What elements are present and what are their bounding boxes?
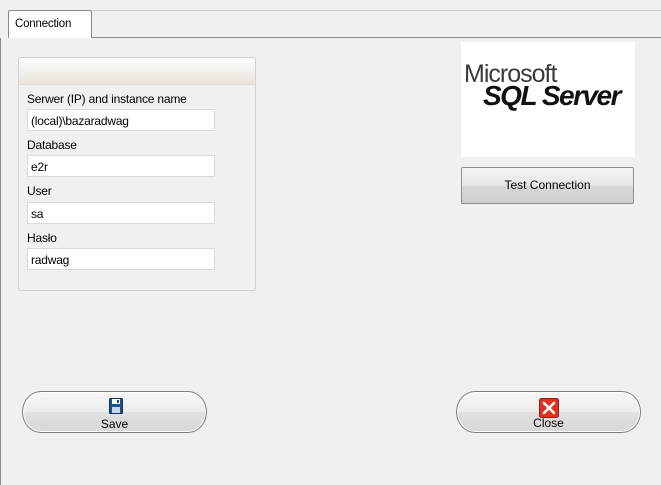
password-label: Hasło <box>27 231 57 245</box>
tab-connection-label: Connection <box>15 18 72 30</box>
tab-strip: Connection <box>0 0 661 38</box>
close-button[interactable]: Close <box>456 391 641 433</box>
tab-strip-border <box>92 10 661 11</box>
floppy-disk-icon <box>109 398 123 414</box>
save-label: Save <box>100 417 129 431</box>
password-input[interactable]: radwag <box>27 248 215 270</box>
logo-sqlserver-text: SQL Server <box>483 80 622 111</box>
database-label: Database <box>27 138 77 152</box>
sql-server-logo: Microsoft SQL Server <box>461 42 635 157</box>
test-connection-button[interactable]: Test Connection <box>461 167 634 204</box>
server-input[interactable]: (local)\bazaradwag <box>27 109 215 131</box>
close-icon <box>539 398 559 418</box>
connection-form: Serwer (IP) and instance name (local)\ba… <box>18 57 256 291</box>
user-input[interactable]: sa <box>27 202 215 224</box>
test-connection-label: Test Connection <box>504 178 591 192</box>
close-label: Close <box>533 416 564 430</box>
save-button[interactable]: Save <box>22 391 207 433</box>
server-label: Serwer (IP) and instance name <box>27 92 187 106</box>
database-input[interactable]: e2r <box>27 155 215 177</box>
user-label: User <box>27 184 52 198</box>
tab-connection[interactable]: Connection <box>8 10 92 38</box>
